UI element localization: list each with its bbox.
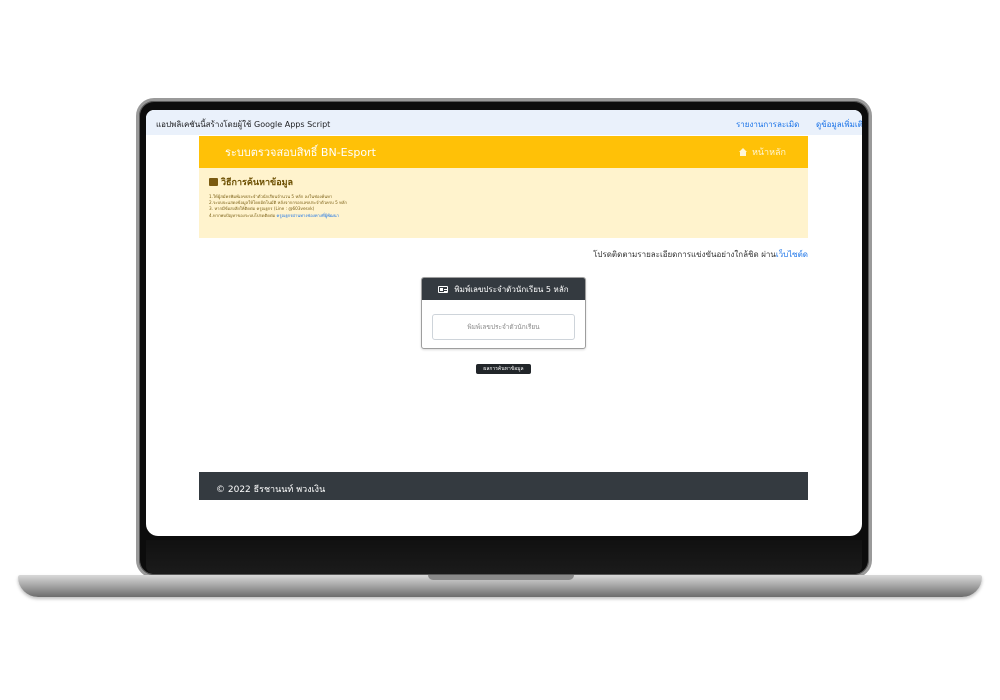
id-card-icon bbox=[438, 285, 449, 293]
search-card-body bbox=[422, 300, 585, 340]
notice-text: โปรดติดตามรายละเอียดการแข่งขันอย่างใกล้ช… bbox=[593, 250, 776, 259]
instructions-list: 1.ให้ผู้สมัครพิมพ์เลขประจำตัวนักเรียนจำน… bbox=[209, 194, 798, 219]
footer: © 2022 ธีรชานนท์ พวงเงิน bbox=[199, 472, 808, 500]
search-card-header: พิมพ์เลขประจำตัวนักเรียน 5 หลัก bbox=[422, 278, 585, 300]
laptop-screen: แอปพลิเคชันนี้สร้างโดยผู้ใช้ Google Apps… bbox=[146, 110, 862, 536]
contact-developer-link[interactable]: ครูณฐกรผ่านทางช่องทางที่ผู้พัฒนา bbox=[277, 213, 339, 218]
student-id-input[interactable] bbox=[432, 314, 575, 340]
notice-website-link[interactable]: เว็บไซต์ด bbox=[776, 250, 808, 259]
navbar: ระบบตรวจสอบสิทธิ์ BN-Esport หน้าหลัก bbox=[199, 136, 808, 168]
instructions-title: วิธีการค้นหาข้อมูล bbox=[209, 175, 798, 189]
laptop-mockup: แอปพลิเคชันนี้สร้างโดยผู้ใช้ Google Apps… bbox=[0, 0, 1000, 700]
learn-more-link[interactable]: ดูข้อมูลเพิ่มเติม bbox=[816, 118, 862, 131]
laptop-bezel-bottom bbox=[146, 540, 862, 574]
search-instructions: วิธีการค้นหาข้อมูล 1.ให้ผู้สมัครพิมพ์เลข… bbox=[199, 168, 808, 238]
cubes-icon bbox=[209, 178, 218, 186]
apps-script-message: แอปพลิเคชันนี้สร้างโดยผู้ใช้ Google Apps… bbox=[156, 120, 331, 129]
search-result-button[interactable]: ผลการค้นหาข้อมูล bbox=[476, 364, 531, 374]
instructions-title-text: วิธีการค้นหาข้อมูล bbox=[221, 178, 294, 188]
footer-copyright: © 2022 ธีรชานนท์ พวงเงิน bbox=[216, 485, 326, 495]
laptop-notch bbox=[428, 575, 574, 580]
nav-home-link[interactable]: หน้าหลัก bbox=[738, 145, 786, 159]
search-card-title: พิมพ์เลขประจำตัวนักเรียน 5 หลัก bbox=[454, 284, 569, 294]
navbar-brand[interactable]: ระบบตรวจสอบสิทธิ์ BN-Esport bbox=[225, 143, 376, 161]
apps-script-banner: แอปพลิเคชันนี้สร้างโดยผู้ใช้ Google Apps… bbox=[146, 110, 862, 135]
instruction-step: 4.หากพบปัญหาของระบบโปรดติดต่อ ครูณฐกรผ่า… bbox=[209, 213, 798, 219]
marquee-notice: โปรดติดตามรายละเอียดการแข่งขันอย่างใกล้ช… bbox=[199, 248, 808, 261]
home-icon bbox=[738, 148, 748, 156]
nav-home-label: หน้าหลัก bbox=[751, 148, 786, 158]
instruction-step-text: 4.หากพบปัญหาของระบบโปรดติดต่อ bbox=[209, 212, 276, 218]
report-abuse-link[interactable]: รายงานการละเมิด bbox=[736, 118, 799, 131]
search-card: พิมพ์เลขประจำตัวนักเรียน 5 หลัก bbox=[421, 277, 586, 349]
